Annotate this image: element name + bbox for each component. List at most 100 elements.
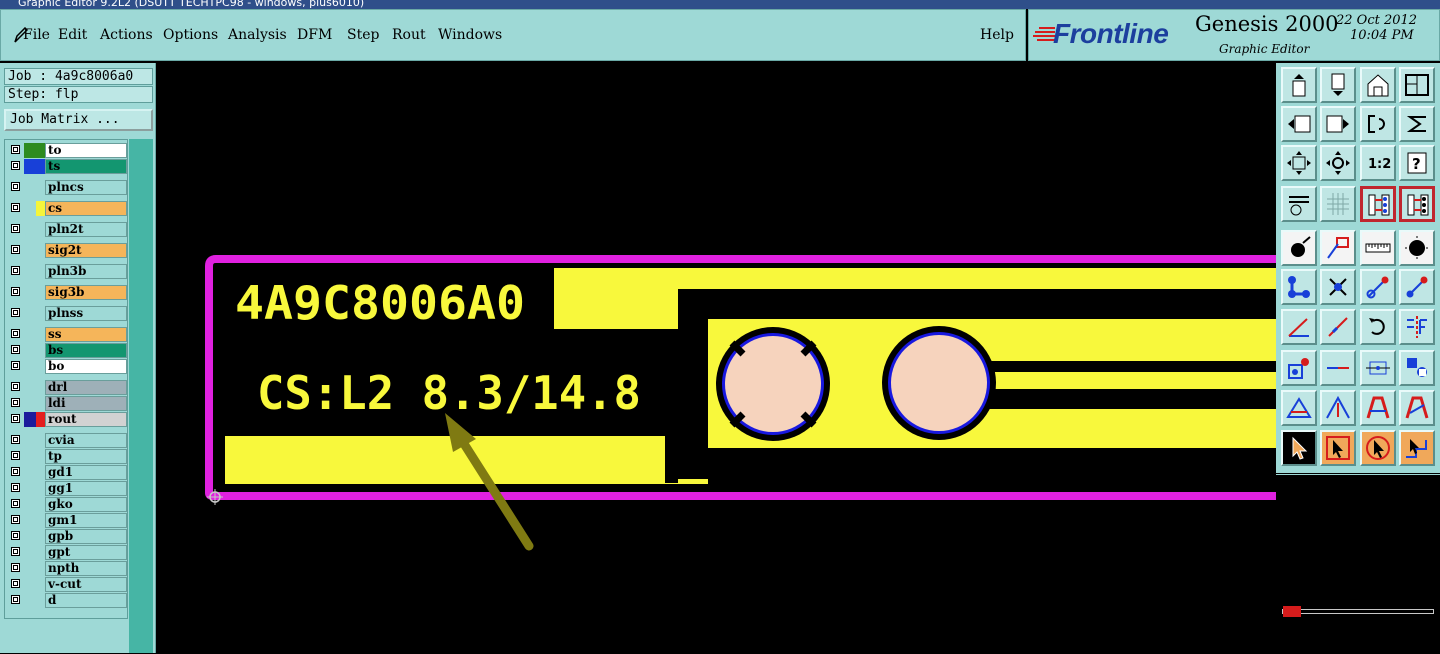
page-right-button[interactable]: [1320, 106, 1356, 142]
layer-color-swatch[interactable]: [24, 285, 36, 300]
menu-file[interactable]: File: [23, 27, 50, 43]
pointer-step-button[interactable]: [1399, 430, 1435, 466]
pad-center-button[interactable]: [1399, 230, 1435, 266]
layer-row[interactable]: cvia: [9, 433, 127, 448]
layer-color-swatch[interactable]: [24, 264, 36, 279]
select-shape-button[interactable]: [1320, 230, 1356, 266]
layer-checkbox[interactable]: [11, 266, 20, 275]
angle-tool-button[interactable]: [1281, 309, 1317, 345]
menu-help[interactable]: Help: [980, 27, 1014, 43]
layer-color-swatch[interactable]: [24, 243, 36, 258]
layer-color-swatch[interactable]: [24, 497, 36, 512]
measure-tool-button[interactable]: [1281, 186, 1317, 222]
help-button[interactable]: ?: [1399, 145, 1435, 181]
menu-rout[interactable]: Rout: [392, 27, 426, 43]
layer-color-swatch[interactable]: [24, 396, 36, 411]
layer-stack-red-2-button[interactable]: [1399, 186, 1435, 222]
add-pad-button[interactable]: [1281, 230, 1317, 266]
layer-checkbox[interactable]: [11, 245, 20, 254]
arrow-triangle-button[interactable]: [1320, 390, 1356, 426]
layer-checkbox[interactable]: [11, 499, 20, 508]
layer-checkbox[interactable]: [11, 308, 20, 317]
layer-checkbox[interactable]: [11, 398, 20, 407]
layer-row[interactable]: drl: [9, 380, 127, 395]
layer-color-swatch[interactable]: [24, 143, 36, 158]
menu-actions[interactable]: Actions: [100, 27, 153, 43]
layer-checkbox[interactable]: [11, 224, 20, 233]
overview-view-rectangle[interactable]: [1283, 606, 1301, 617]
layer-row[interactable]: gg1: [9, 481, 127, 496]
layer-row[interactable]: pln2t: [9, 222, 127, 237]
layer-row[interactable]: gpt: [9, 545, 127, 560]
layer-row[interactable]: pln3b: [9, 264, 127, 279]
horizontal-line-button[interactable]: [1320, 350, 1356, 386]
page-up-button[interactable]: [1281, 67, 1317, 103]
layer-row[interactable]: rout: [9, 412, 127, 427]
layer-row[interactable]: d: [9, 593, 127, 608]
cluster-button[interactable]: [1399, 350, 1435, 386]
menu-analysis[interactable]: Analysis: [228, 27, 287, 43]
arch-select-button[interactable]: [1399, 390, 1435, 426]
layer-color-swatch[interactable]: [24, 433, 36, 448]
layer-color-swatch[interactable]: [24, 545, 36, 560]
layer-color-swatch[interactable]: [24, 529, 36, 544]
layer-checkbox[interactable]: [11, 467, 20, 476]
layer-row[interactable]: gpb: [9, 529, 127, 544]
line-red-button[interactable]: [1360, 269, 1396, 305]
menu-edit[interactable]: Edit: [58, 27, 87, 43]
layer-checkbox[interactable]: [11, 595, 20, 604]
grid-button[interactable]: [1320, 186, 1356, 222]
layer-checkbox[interactable]: [11, 579, 20, 588]
zoom-center-button[interactable]: [1320, 145, 1356, 181]
pointer-button[interactable]: [1281, 430, 1317, 466]
layer-checkbox[interactable]: [11, 182, 20, 191]
layer-row[interactable]: cs: [9, 201, 127, 216]
layer-color-swatch[interactable]: [24, 593, 36, 608]
layer-row[interactable]: ldi: [9, 396, 127, 411]
layer-color-swatch[interactable]: [24, 159, 36, 174]
undo-view-button[interactable]: [1360, 106, 1396, 142]
overview-map[interactable]: [1276, 474, 1440, 654]
layer-color-swatch[interactable]: [24, 327, 36, 342]
layer-checkbox[interactable]: [11, 329, 20, 338]
layer-color-swatch[interactable]: [24, 577, 36, 592]
layer-color-swatch[interactable]: [24, 222, 36, 237]
layer-row[interactable]: tp: [9, 449, 127, 464]
layer-checkbox[interactable]: [11, 203, 20, 212]
job-matrix-button[interactable]: Job Matrix ...: [4, 109, 153, 131]
menu-step[interactable]: Step: [347, 27, 379, 43]
pointer-target-button[interactable]: [1360, 430, 1396, 466]
rotate-button[interactable]: [1360, 309, 1396, 345]
layer-color-swatch[interactable]: [24, 561, 36, 576]
layer-checkbox[interactable]: [11, 382, 20, 391]
redo-view-button[interactable]: [1399, 106, 1435, 142]
layer-row[interactable]: sig2t: [9, 243, 127, 258]
layer-color-swatch[interactable]: [24, 449, 36, 464]
connect-nodes-button[interactable]: [1281, 269, 1317, 305]
layer-row[interactable]: gko: [9, 497, 127, 512]
layer-row[interactable]: v-cut: [9, 577, 127, 592]
layer-color-swatch[interactable]: [24, 343, 36, 358]
layer-checkbox[interactable]: [11, 547, 20, 556]
ruler-button[interactable]: [1360, 230, 1396, 266]
layer-row[interactable]: ss: [9, 327, 127, 342]
layer-color-swatch[interactable]: [24, 380, 36, 395]
zoom-fit-button[interactable]: [1281, 145, 1317, 181]
layer-row[interactable]: ts: [9, 159, 127, 174]
layer-row[interactable]: bo: [9, 359, 127, 374]
snap-box-button[interactable]: [1360, 350, 1396, 386]
layer-color-swatch[interactable]: [24, 481, 36, 496]
layer-row[interactable]: plncs: [9, 180, 127, 195]
layer-list-scroll-strip[interactable]: [129, 139, 153, 653]
layer-row[interactable]: to: [9, 143, 127, 158]
menu-dfm[interactable]: DFM: [297, 27, 332, 43]
layer-row[interactable]: sig3b: [9, 285, 127, 300]
layer-checkbox[interactable]: [11, 414, 20, 423]
diagonal-line-button[interactable]: [1320, 309, 1356, 345]
layer-checkbox[interactable]: [11, 287, 20, 296]
layer-color-swatch[interactable]: [24, 412, 36, 427]
window-button[interactable]: [1399, 67, 1435, 103]
line-red-2-button[interactable]: [1399, 269, 1435, 305]
layer-color-swatch[interactable]: [24, 201, 36, 216]
home-view-button[interactable]: [1360, 67, 1396, 103]
